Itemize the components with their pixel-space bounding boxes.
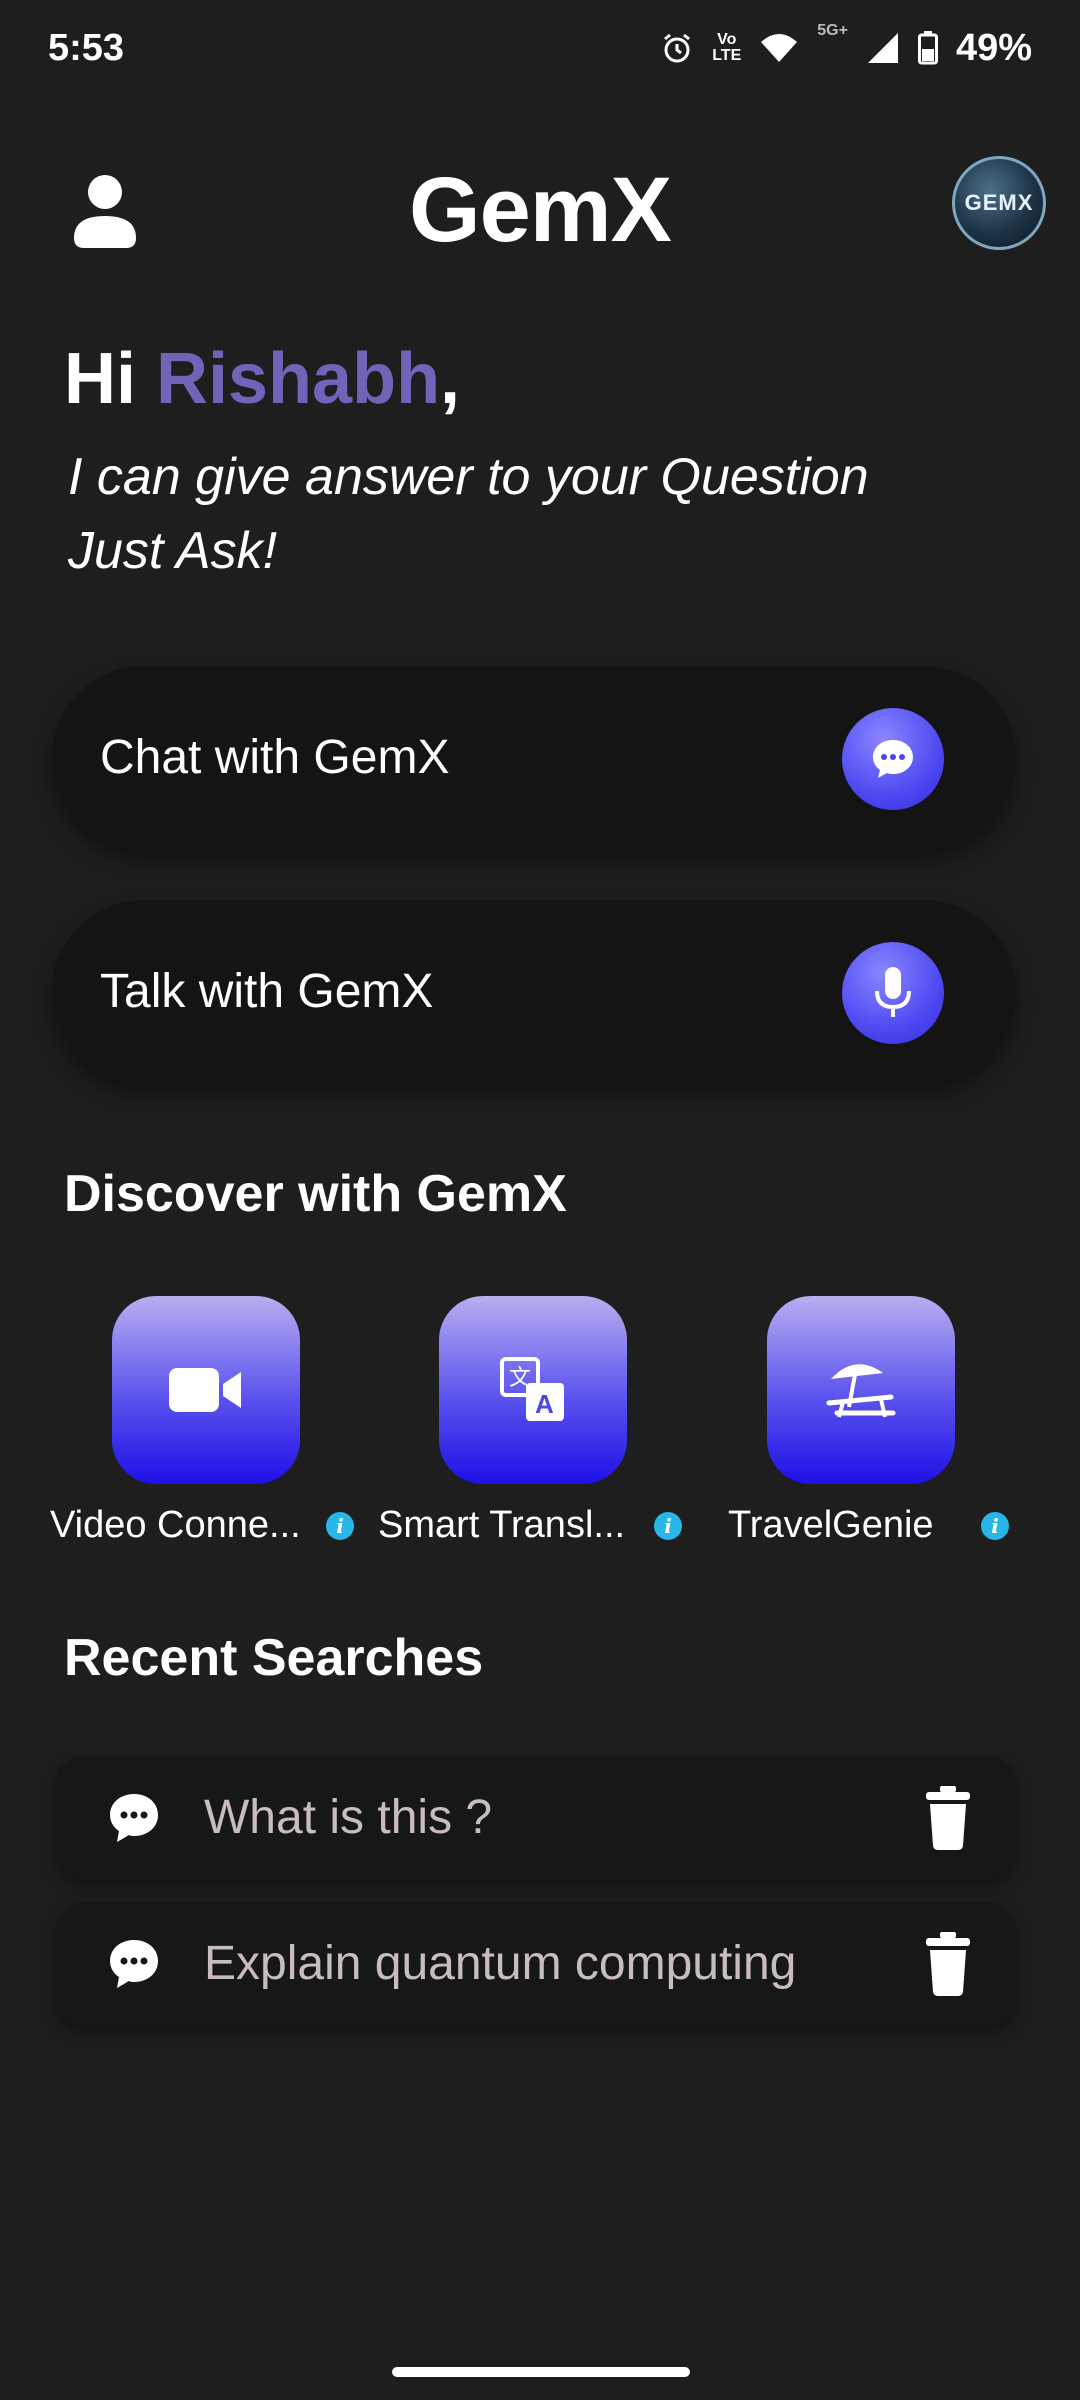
gemx-logo-avatar[interactable]: GEMX (952, 156, 1046, 250)
smart-translate-info-icon[interactable]: i (654, 1512, 682, 1540)
video-connect-tile[interactable] (112, 1296, 300, 1484)
discover-title: Discover with GemX (64, 1165, 567, 1223)
travelgenie-info-icon[interactable]: i (981, 1512, 1009, 1540)
recent-search-query: What is this ? (204, 1791, 493, 1844)
talk-action-circle (842, 942, 944, 1044)
greeting-prefix: Hi (64, 339, 136, 419)
chat-bubble-icon (110, 1940, 158, 1988)
volte-icon: Vo LTE (712, 31, 742, 64)
delete-icon[interactable] (922, 1786, 974, 1850)
greeting: Hi Rishabh, (64, 338, 460, 420)
chat-with-gemx-button[interactable]: Chat with GemX (52, 666, 1016, 850)
status-time: 5:53 (48, 26, 125, 69)
travelgenie-label: TravelGenie (728, 1504, 934, 1546)
video-camera-icon (169, 1368, 241, 1412)
alarm-icon (664, 33, 691, 63)
status-icons: Vo LTE 5G+ 49% (660, 22, 1032, 70)
home-indicator[interactable] (392, 2367, 690, 2377)
video-connect-label: Video Conne... (50, 1504, 301, 1546)
svg-text:A: A (535, 1389, 554, 1419)
network-type: 5G+ (817, 21, 848, 39)
video-connect-info-icon[interactable]: i (326, 1512, 354, 1540)
smart-translate-tile[interactable]: 文 A (439, 1296, 627, 1484)
travelgenie-tile[interactable] (767, 1296, 955, 1484)
microphone-icon (875, 967, 911, 1017)
delete-icon[interactable] (922, 1932, 974, 1996)
recent-search-query: Explain quantum computing (204, 1937, 797, 1990)
chat-with-gemx-label: Chat with GemX (100, 731, 450, 784)
battery-percent: 49% (955, 26, 1032, 69)
translate-icon: 文 A (500, 1357, 564, 1421)
wifi-icon (761, 34, 798, 62)
user-name: Rishabh (156, 339, 441, 419)
signal-icon (867, 33, 898, 63)
greeting-subtitle: I can give answer to your Question Just … (68, 448, 869, 580)
talk-with-gemx-button[interactable]: Talk with GemX (52, 900, 1016, 1084)
status-bar: 5:53 Vo LTE 5G+ 49% (0, 0, 1080, 96)
chat-bubble-icon (110, 1794, 158, 1842)
smart-translate-label: Smart Transl... (378, 1504, 626, 1546)
chat-bubble-icon (873, 740, 913, 778)
app-title: GemX (409, 159, 672, 261)
chat-action-circle (842, 708, 944, 810)
talk-with-gemx-label: Talk with GemX (100, 965, 434, 1018)
beach-umbrella-icon (826, 1364, 896, 1418)
recent-search-item[interactable]: Explain quantum computing (56, 1902, 1016, 2026)
app-header: GemX GEMX (0, 150, 1080, 280)
recent-search-item[interactable]: What is this ? (56, 1756, 1016, 1880)
greeting-suffix: , (440, 339, 461, 419)
battery-icon (917, 31, 938, 65)
recent-searches-title: Recent Searches (64, 1629, 484, 1687)
